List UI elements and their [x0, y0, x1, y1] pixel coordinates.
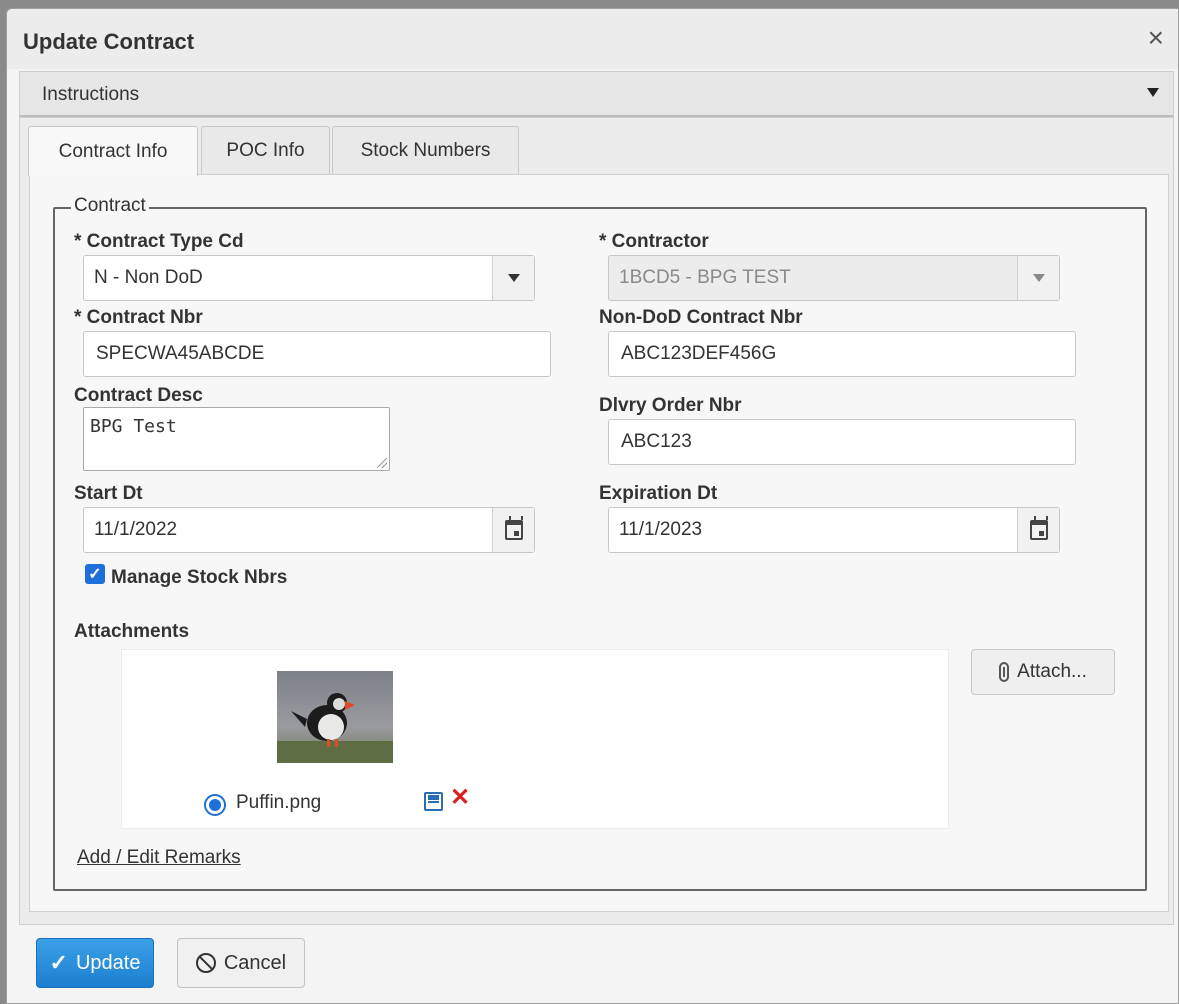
- resize-grip-icon[interactable]: [377, 458, 387, 468]
- contractor-label: * Contractor: [599, 231, 709, 252]
- instructions-label: Instructions: [42, 84, 140, 105]
- contract-type-label: * Contract Type Cd: [74, 231, 244, 252]
- start-dt-input[interactable]: 11/1/2022: [83, 507, 535, 553]
- start-dt-value: 11/1/2022: [94, 519, 178, 540]
- tabstrip: Contract Info POC Info Stock Numbers Con…: [19, 117, 1174, 925]
- contract-desc-textarea[interactable]: BPG Test: [83, 407, 390, 471]
- delete-icon[interactable]: ✕: [450, 786, 470, 810]
- chevron-down-icon: [507, 274, 520, 282]
- contract-fieldset: Contract * Contract Type Cd N - Non DoD …: [53, 195, 1147, 891]
- expiration-dt-label: Expiration Dt: [599, 483, 718, 504]
- contractor-value: 1BCD5 - BPG TEST: [619, 267, 791, 288]
- contract-nbr-label: * Contract Nbr: [74, 307, 203, 328]
- puffin-image-icon: [277, 671, 393, 763]
- calendar-icon: [504, 516, 523, 540]
- expiration-dt-calendar-button[interactable]: [1017, 508, 1059, 552]
- attachments-label: Attachments: [74, 621, 190, 642]
- checkmark-icon: ✓: [49, 950, 68, 975]
- contract-type-value: N - Non DoD: [94, 267, 203, 288]
- contract-nbr-value: SPECWA45ABCDE: [96, 343, 265, 364]
- update-button[interactable]: ✓ Update: [36, 938, 154, 988]
- chevron-down-icon: [1032, 274, 1045, 282]
- caret-down-icon: [1147, 88, 1159, 97]
- instructions-panel-header[interactable]: Instructions: [19, 71, 1174, 117]
- dlvry-order-nbr-input[interactable]: ABC123: [608, 419, 1076, 465]
- update-button-label: Update: [75, 951, 141, 974]
- add-edit-remarks-link[interactable]: Add / Edit Remarks: [77, 847, 241, 869]
- contract-desc-label: Contract Desc: [74, 385, 203, 406]
- puffin-thumbnail[interactable]: [277, 671, 393, 763]
- save-icon[interactable]: [424, 792, 443, 811]
- contract-legend: Contract: [71, 195, 149, 217]
- contract-desc-value: BPG Test: [90, 416, 177, 437]
- attachment-select-radio[interactable]: [204, 794, 226, 816]
- contract-type-select[interactable]: N - Non DoD: [83, 255, 535, 301]
- start-dt-calendar-button[interactable]: [492, 508, 534, 552]
- update-contract-dialog: Update Contract × Instructions Contract …: [6, 8, 1179, 1004]
- manage-stock-nbrs-label: Manage Stock Nbrs: [111, 567, 288, 588]
- close-icon[interactable]: ×: [1148, 24, 1164, 52]
- tab-poc-info[interactable]: POC Info: [201, 126, 330, 174]
- attachments-area: Puffin.png ✕: [121, 649, 949, 829]
- tab-stock-numbers[interactable]: Stock Numbers: [332, 126, 519, 174]
- expiration-dt-input[interactable]: 11/1/2023: [608, 507, 1060, 553]
- contractor-select: 1BCD5 - BPG TEST: [608, 255, 1060, 301]
- attachment-filename[interactable]: Puffin.png: [236, 792, 321, 814]
- contract-info-panel: Contract * Contract Type Cd N - Non DoD …: [29, 174, 1169, 912]
- cancel-button-label: Cancel: [223, 951, 287, 974]
- expiration-dt-value: 11/1/2023: [619, 519, 703, 540]
- dropdown-arrow-button[interactable]: [492, 256, 534, 300]
- cancel-icon: [195, 953, 216, 973]
- non-dod-contract-nbr-input[interactable]: ABC123DEF456G: [608, 331, 1076, 377]
- calendar-icon: [1029, 516, 1048, 540]
- cancel-button[interactable]: Cancel: [177, 938, 305, 988]
- dropdown-arrow-button: [1017, 256, 1059, 300]
- paperclip-icon: [999, 662, 1010, 682]
- non-dod-contract-nbr-value: ABC123DEF456G: [621, 343, 777, 364]
- non-dod-contract-nbr-label: Non-DoD Contract Nbr: [599, 307, 803, 328]
- contract-nbr-input[interactable]: SPECWA45ABCDE: [83, 331, 551, 377]
- start-dt-label: Start Dt: [74, 483, 143, 504]
- dlvry-order-nbr-label: Dlvry Order Nbr: [599, 395, 742, 416]
- tab-contract-info[interactable]: Contract Info: [28, 126, 198, 176]
- dialog-title: Update Contract: [23, 29, 195, 54]
- manage-stock-nbrs-checkbox[interactable]: ✓: [85, 564, 105, 584]
- dialog-titlebar: Update Contract ×: [7, 9, 1178, 69]
- attach-button-label: Attach...: [1017, 661, 1087, 682]
- attach-button[interactable]: Attach...: [971, 649, 1115, 695]
- dlvry-order-nbr-value: ABC123: [621, 431, 692, 452]
